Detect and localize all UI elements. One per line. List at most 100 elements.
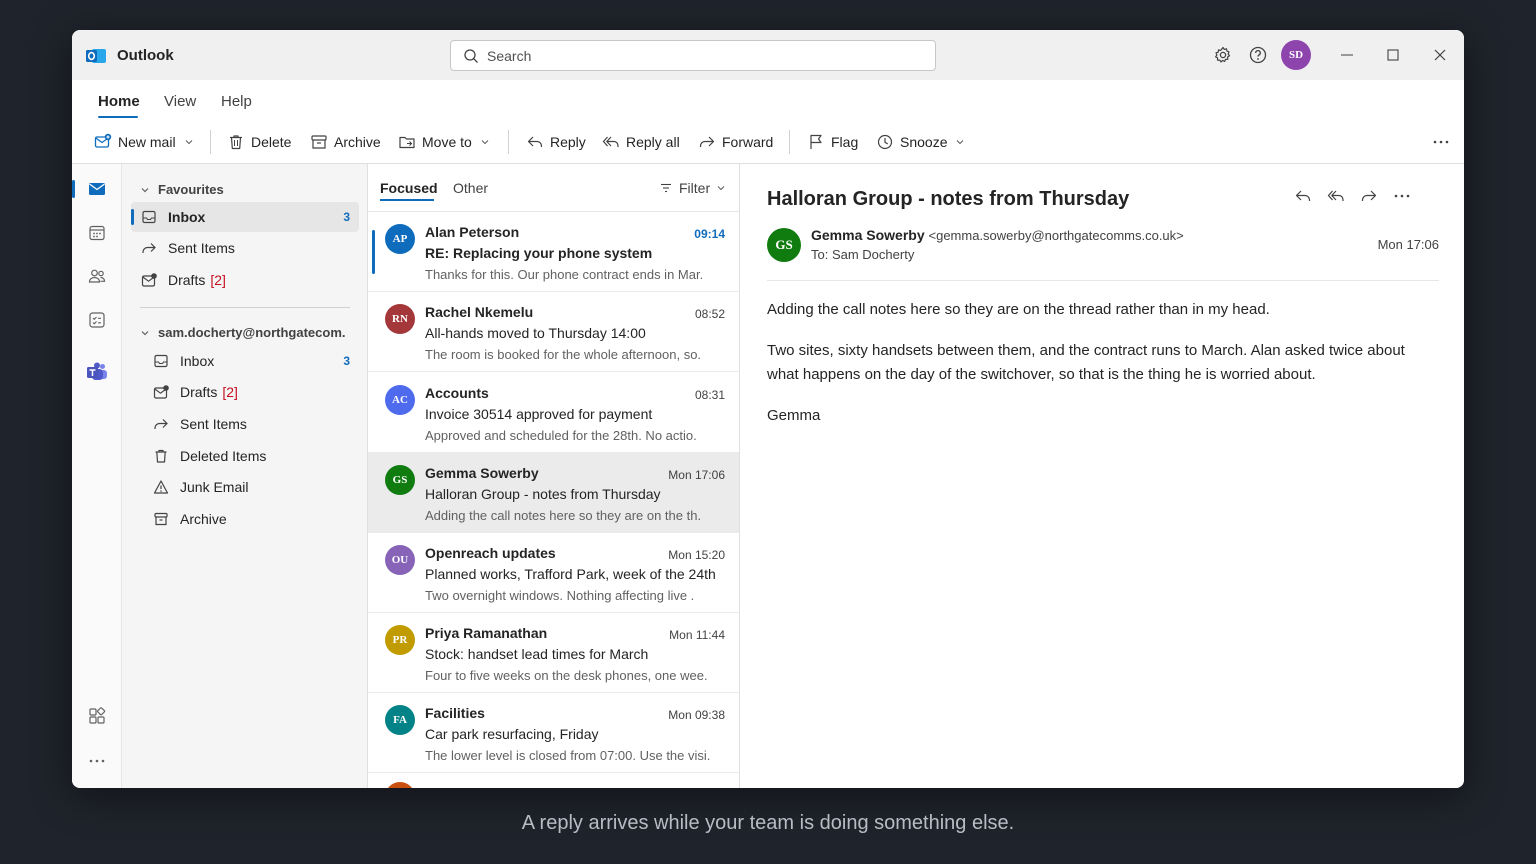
drafts-icon bbox=[141, 273, 157, 287]
move-to-label: Move to bbox=[422, 134, 472, 150]
move-to-button[interactable]: Move to bbox=[398, 132, 490, 152]
unread-count: 3 bbox=[343, 210, 350, 224]
tab-focused[interactable]: Focused bbox=[380, 180, 438, 196]
ribbon-divider bbox=[508, 130, 509, 154]
folder-account-archive[interactable]: Archive bbox=[153, 504, 227, 534]
forward-label: Forward bbox=[722, 134, 774, 150]
folder-divider bbox=[140, 307, 350, 308]
reply-arrow-icon bbox=[527, 136, 543, 147]
folder-account-drafts[interactable]: Drafts [2] bbox=[153, 377, 238, 407]
sender-avatar: RN bbox=[385, 304, 415, 334]
more-options-icon[interactable] bbox=[1432, 132, 1450, 152]
reply-button[interactable]: Reply bbox=[526, 132, 586, 152]
chevron-down-icon[interactable] bbox=[184, 137, 194, 147]
folder-account-deleted[interactable]: Deleted Items bbox=[153, 441, 266, 471]
message-item[interactable]: RN Rachel Nkemelu 08:52 All-hands moved … bbox=[368, 292, 739, 372]
mail-icon[interactable] bbox=[87, 179, 107, 199]
warning-icon bbox=[153, 480, 169, 494]
folder-account-inbox[interactable]: Inbox 3 bbox=[153, 346, 353, 376]
delete-button[interactable]: Delete bbox=[227, 132, 291, 152]
tab-help[interactable]: Help bbox=[221, 93, 252, 110]
folder-label: Drafts bbox=[168, 272, 206, 288]
help-icon[interactable] bbox=[1248, 45, 1268, 65]
flag-button[interactable]: Flag bbox=[807, 132, 858, 152]
message-item[interactable]: OU Openreach updates Mon 15:20 Planned w… bbox=[368, 533, 739, 613]
new-mail-icon bbox=[94, 133, 112, 148]
message-time: 08:52 bbox=[694, 307, 725, 321]
message-time: Mon 09:38 bbox=[668, 708, 725, 722]
sender-avatar: AP bbox=[385, 224, 415, 254]
new-mail-button[interactable]: New mail bbox=[94, 132, 194, 152]
folder-label: Inbox bbox=[168, 209, 206, 225]
sent-arrow-icon bbox=[154, 419, 168, 429]
tab-other[interactable]: Other bbox=[453, 180, 488, 196]
email-body: Adding the call notes here so they are o… bbox=[767, 298, 1437, 445]
settings-gear-icon[interactable] bbox=[1213, 45, 1233, 65]
more-options-icon[interactable] bbox=[1392, 186, 1412, 206]
outlook-window: Outlook SD Home bbox=[72, 30, 1464, 788]
reply-all-button[interactable]: Reply all bbox=[602, 132, 680, 152]
calendar-icon[interactable] bbox=[87, 223, 107, 243]
message-time: Mon 17:06 bbox=[668, 468, 725, 482]
message-item[interactable]: AC Accounts 08:31 Invoice 30514 approved… bbox=[368, 373, 739, 453]
message-preview: Thanks for this. Our phone contract ends… bbox=[425, 267, 704, 282]
search-input[interactable] bbox=[487, 45, 907, 67]
folder-favourites-drafts[interactable]: Drafts [2] bbox=[141, 265, 226, 295]
flag-icon bbox=[810, 134, 822, 149]
new-mail-label: New mail bbox=[118, 134, 176, 150]
apps-icon[interactable] bbox=[87, 706, 107, 726]
reply-arrow-icon[interactable] bbox=[1293, 186, 1313, 206]
forward-arrow-icon[interactable] bbox=[1359, 186, 1379, 206]
message-item[interactable]: AP Alan Peterson 09:14 RE: Replacing you… bbox=[368, 212, 739, 292]
message-sender: Facilities bbox=[425, 705, 485, 721]
favourites-header[interactable]: Favourites bbox=[140, 182, 224, 197]
message-sender: Openreach updates bbox=[425, 545, 556, 561]
teams-icon[interactable] bbox=[86, 361, 108, 383]
folder-account-junk[interactable]: Junk Email bbox=[153, 472, 248, 502]
caption-text: A reply arrives while your team is doing… bbox=[521, 812, 1015, 834]
message-item[interactable]: FA Facilities Mon 09:38 Car park resurfa… bbox=[368, 693, 739, 773]
archive-label: Archive bbox=[334, 134, 381, 150]
sender-avatar: AC bbox=[385, 385, 415, 415]
sender-name[interactable]: Gemma Sowerby bbox=[811, 227, 925, 243]
people-icon[interactable] bbox=[87, 266, 107, 286]
message-subject: Halloran Group - notes from Thursday bbox=[425, 486, 661, 502]
forward-arrow-icon bbox=[699, 136, 715, 147]
folder-account-sent[interactable]: Sent Items bbox=[153, 409, 247, 439]
chevron-down-icon[interactable] bbox=[480, 137, 490, 147]
filter-button[interactable]: Filter bbox=[660, 180, 726, 196]
chevron-down-icon[interactable] bbox=[955, 137, 965, 147]
message-item[interactable]: PR Priya Ramanathan Mon 11:44 Stock: han… bbox=[368, 613, 739, 693]
tasks-icon[interactable] bbox=[87, 310, 107, 330]
archive-box-icon bbox=[154, 512, 168, 526]
more-apps-icon[interactable] bbox=[87, 751, 107, 771]
body-paragraph: Two sites, sixty handsets between them, … bbox=[767, 342, 1405, 383]
title-bar: Outlook SD bbox=[72, 30, 1464, 80]
folder-favourites-inbox[interactable]: Inbox 3 bbox=[131, 202, 359, 232]
delete-trash-icon bbox=[230, 135, 242, 150]
close-icon[interactable] bbox=[1430, 45, 1450, 65]
folder-favourites-sent[interactable]: Sent Items bbox=[141, 233, 235, 263]
user-avatar[interactable]: SD bbox=[1281, 40, 1311, 70]
folder-label: Deleted Items bbox=[180, 448, 267, 464]
minimize-icon[interactable] bbox=[1337, 45, 1357, 65]
message-sender: Accounts bbox=[425, 385, 489, 401]
rail-active-indicator bbox=[72, 180, 75, 198]
account-header[interactable]: sam.docherty@northgatecom. bbox=[140, 325, 346, 340]
archive-button[interactable]: Archive bbox=[310, 132, 381, 152]
sender-avatar: OU bbox=[385, 545, 415, 575]
sender-avatar: PR bbox=[385, 625, 415, 655]
unread-count: 3 bbox=[343, 354, 350, 368]
snooze-button[interactable]: Snooze bbox=[876, 132, 965, 152]
folder-label: Junk Email bbox=[180, 479, 249, 495]
tab-home[interactable]: Home bbox=[98, 93, 140, 110]
maximize-icon[interactable] bbox=[1383, 45, 1403, 65]
reply-all-arrow-icon[interactable] bbox=[1326, 186, 1346, 206]
search-box[interactable] bbox=[450, 40, 936, 71]
forward-button[interactable]: Forward bbox=[698, 132, 773, 152]
body-signature: Gemma bbox=[767, 407, 821, 424]
message-item-selected[interactable]: GS Gemma Sowerby Mon 17:06 Halloran Grou… bbox=[368, 453, 739, 533]
message-subject: Invoice 30514 approved for payment bbox=[425, 406, 653, 422]
tab-view[interactable]: View bbox=[164, 93, 196, 110]
menu-bar: Home View Help bbox=[72, 80, 1464, 120]
